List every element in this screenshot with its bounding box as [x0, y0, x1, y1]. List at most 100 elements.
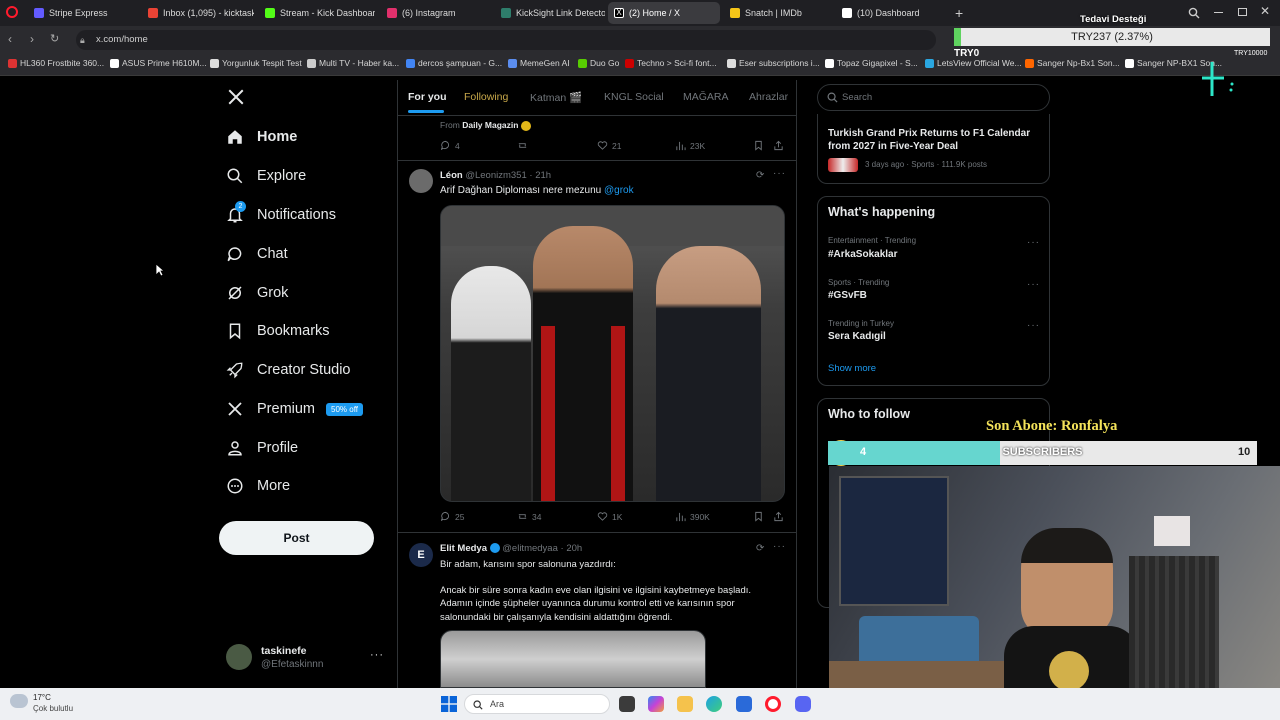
tab-katman[interactable]: Katman 🎬 [530, 91, 582, 104]
nav-more[interactable]: More [226, 470, 290, 502]
nav-premium[interactable]: Premium 50% off [226, 393, 363, 425]
nav-home[interactable]: Home [226, 121, 297, 153]
reload-icon[interactable]: ↻ [50, 32, 59, 45]
grok-explain-icon[interactable]: ⟳ [756, 170, 764, 181]
tab-following[interactable]: Following [464, 91, 508, 103]
maximize-icon[interactable] [1238, 8, 1247, 16]
tab-for-you[interactable]: For you [408, 91, 447, 103]
opera-icon[interactable] [765, 696, 781, 712]
views-button[interactable]: 390K [675, 511, 710, 522]
tab-home-x[interactable]: X (2) Home / X [608, 2, 720, 24]
post-video-thumbnail[interactable] [440, 630, 706, 688]
account-avatar[interactable] [226, 644, 252, 670]
nav-chat[interactable]: Chat [226, 238, 288, 270]
nav-grok[interactable]: Grok [226, 277, 288, 309]
back-icon[interactable]: ‹ [8, 32, 12, 46]
grok-explain-icon[interactable]: ⟳ [756, 543, 764, 554]
share-button[interactable] [773, 140, 784, 151]
active-tab-indicator [408, 110, 444, 113]
nav-creator-studio[interactable]: Creator Studio [226, 354, 351, 386]
bookmark-item[interactable]: HL360 Frostbite 360... [8, 58, 104, 68]
trend-item[interactable]: #GSvFB [828, 290, 867, 301]
copilot-icon[interactable] [648, 696, 664, 712]
bookmark-item[interactable]: Multi TV - Haber ka... [307, 58, 399, 68]
repost-button[interactable] [517, 140, 528, 151]
microsoft-store-icon[interactable] [736, 696, 752, 712]
trend-more-icon[interactable]: ··· [1027, 320, 1040, 331]
x-logo-icon[interactable] [227, 88, 245, 106]
file-explorer-icon[interactable] [677, 696, 693, 712]
url-field[interactable]: 🔒︎ x.com/home [76, 30, 936, 50]
edge-icon[interactable] [706, 696, 722, 712]
news-avatars [828, 158, 858, 172]
share-button[interactable] [773, 511, 784, 522]
news-headline[interactable]: Turkish Grand Prix Returns to F1 Calenda… [828, 127, 1038, 153]
task-view-icon[interactable] [619, 696, 635, 712]
bookmark-icon [755, 511, 762, 522]
author-avatar[interactable] [409, 169, 433, 193]
nav-notifications[interactable]: 2 Notifications [226, 199, 336, 231]
trend-more-icon[interactable]: ··· [1027, 237, 1040, 248]
trend-item[interactable]: Sera Kadıgil [828, 331, 886, 342]
bookmark-item[interactable]: MemeGen AI [508, 58, 570, 68]
bookmark-item[interactable]: Yorgunluk Tespit Test [210, 58, 302, 68]
tab-kicksight[interactable]: KickSight Link Detector [495, 2, 605, 24]
nav-bookmarks[interactable]: Bookmarks [226, 315, 330, 347]
nav-profile[interactable]: Profile [226, 432, 298, 464]
post-image[interactable] [440, 205, 785, 502]
search-input[interactable]: Search [817, 84, 1050, 111]
subscriber-goal: 10 [1238, 446, 1251, 458]
heart-icon [597, 141, 608, 150]
search-icon [473, 700, 483, 710]
tab-kick-dashboard[interactable]: Stream - Kick Dashboard [259, 2, 375, 24]
nav-explore[interactable]: Explore [226, 160, 306, 192]
opera-logo-icon[interactable] [6, 6, 18, 18]
bookmark-favicon-icon [110, 58, 119, 68]
windows-start-icon[interactable] [441, 696, 457, 712]
post-more-icon[interactable]: ··· [773, 168, 786, 179]
account-menu-icon[interactable]: ··· [370, 649, 384, 661]
tab-ahrazlar[interactable]: Ahrazlar [749, 91, 788, 103]
like-button[interactable]: 1K [597, 511, 622, 522]
like-button[interactable]: 21 [597, 140, 621, 151]
new-tab-icon[interactable]: + [955, 5, 963, 21]
taskbar-search-input[interactable]: Ara [464, 694, 610, 714]
bookmark-item[interactable]: Duo Go [578, 58, 619, 68]
bookmark-button[interactable] [753, 511, 764, 522]
close-icon[interactable]: ✕ [1260, 4, 1270, 18]
kicksight-icon [501, 8, 511, 18]
trend-more-icon[interactable]: ··· [1027, 279, 1040, 290]
reply-button[interactable]: 4 [440, 140, 460, 151]
tab-inbox[interactable]: Inbox (1,095) - kicktaskine [142, 2, 254, 24]
minimize-icon[interactable] [1214, 12, 1223, 13]
tab-instagram[interactable]: (6) Instagram [381, 2, 491, 24]
author-avatar[interactable]: E [409, 543, 433, 567]
bookmark-item[interactable]: dercos şampuan - G... [406, 58, 502, 68]
bookmark-item[interactable]: Topaz Gigapixel - S... [825, 58, 918, 68]
bookmark-item[interactable]: LetsView Official We... [925, 58, 1022, 68]
tab-stripe-express[interactable]: Stripe Express [28, 2, 138, 24]
weather-temperature[interactable]: 17°C [33, 693, 51, 702]
tab-kngl-social[interactable]: KNGL Social [604, 91, 664, 103]
forward-icon[interactable]: › [30, 32, 34, 46]
bookmark-item[interactable]: Sanger Np-Bx1 Son... [1025, 58, 1120, 68]
tab-imdb[interactable]: Snatch | IMDb [724, 2, 834, 24]
repost-button[interactable]: 34 [517, 511, 541, 522]
bookmark-item[interactable]: Eser subscriptions i... [727, 58, 820, 68]
show-more-link[interactable]: Show more [828, 363, 876, 374]
weather-icon[interactable] [10, 694, 28, 708]
discord-icon[interactable] [795, 696, 811, 712]
reply-button[interactable]: 25 [440, 511, 464, 522]
trend-item[interactable]: #ArkaSokaklar [828, 249, 898, 260]
person-icon [228, 441, 242, 456]
tab-magara[interactable]: MAĞARA [683, 91, 729, 103]
tab-dashboard[interactable]: (10) Dashboard [836, 2, 946, 24]
verified-gold-icon [520, 120, 531, 131]
views-button[interactable]: 23K [675, 140, 705, 151]
search-tabs-icon[interactable] [1188, 7, 1200, 19]
post-more-icon[interactable]: ··· [773, 541, 786, 552]
bookmark-item[interactable]: Techno > Sci-fi font... [625, 58, 717, 68]
bookmark-button[interactable] [753, 140, 764, 151]
bookmark-item[interactable]: ASUS Prime H610M... [110, 58, 207, 68]
post-button[interactable]: Post [219, 521, 374, 555]
